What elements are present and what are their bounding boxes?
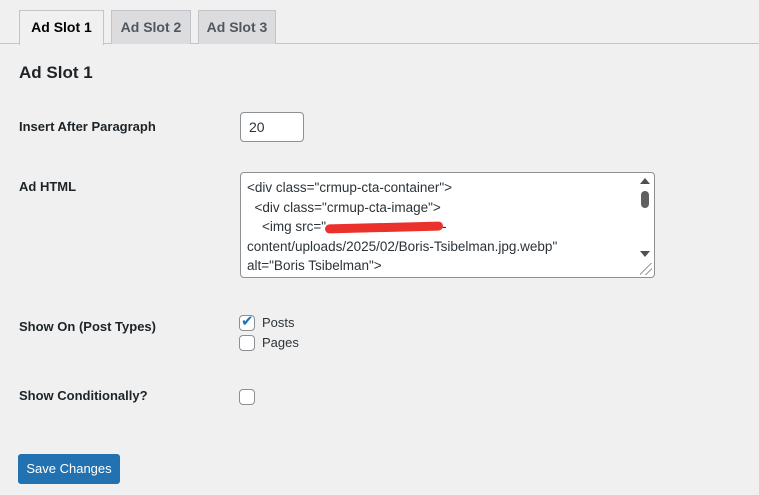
pages-checkbox-label: Pages [262, 335, 299, 350]
tab-ad-slot-2[interactable]: Ad Slot 2 [111, 10, 191, 44]
insert-after-input[interactable]: 20 [240, 112, 304, 142]
ad-html-code: <div class="crmup-cta-container"> <div c… [247, 178, 637, 276]
redaction-mark [324, 221, 444, 234]
code-line: content/uploads/2025/02/Boris-Tsibelman.… [247, 238, 558, 254]
scroll-up-arrow-icon[interactable] [640, 178, 650, 184]
resize-grip-icon[interactable] [640, 263, 652, 275]
save-changes-button[interactable]: Save Changes [18, 454, 120, 484]
section-title: Ad Slot 1 [19, 63, 93, 82]
code-line: <div class="crmup-cta-container"> [247, 180, 453, 195]
post-types-label: Show On (Post Types) [19, 319, 156, 334]
tab-ad-slot-3[interactable]: Ad Slot 3 [198, 10, 276, 44]
settings-page: Ad Slot 1 Ad Slot 2 Ad Slot 3 Ad Slot 1 … [0, 0, 759, 495]
scroll-thumb[interactable] [641, 191, 649, 208]
posts-checkbox[interactable]: ✔ [239, 313, 255, 331]
code-line: alt="Boris Tsibelman"> [247, 258, 382, 273]
code-line: <img src=" - [247, 219, 447, 234]
tab-ad-slot-1[interactable]: Ad Slot 1 [19, 10, 104, 45]
ad-html-textarea[interactable]: <div class="crmup-cta-container"> <div c… [240, 172, 655, 278]
textarea-scrollbar[interactable] [638, 175, 652, 263]
show-conditionally-label: Show Conditionally? [19, 388, 148, 403]
checkmark-icon: ✔ [241, 313, 254, 330]
ad-html-label: Ad HTML [19, 179, 77, 194]
show-conditionally-checkbox[interactable] [239, 389, 255, 405]
pages-checkbox[interactable] [239, 335, 255, 351]
posts-checkbox-label: Posts [262, 315, 295, 330]
scroll-down-arrow-icon[interactable] [640, 251, 650, 257]
tab-bar: Ad Slot 1 Ad Slot 2 Ad Slot 3 [0, 0, 759, 45]
code-line: <div class="crmup-cta-image"> [247, 199, 441, 215]
insert-after-label: Insert After Paragraph [19, 119, 156, 134]
